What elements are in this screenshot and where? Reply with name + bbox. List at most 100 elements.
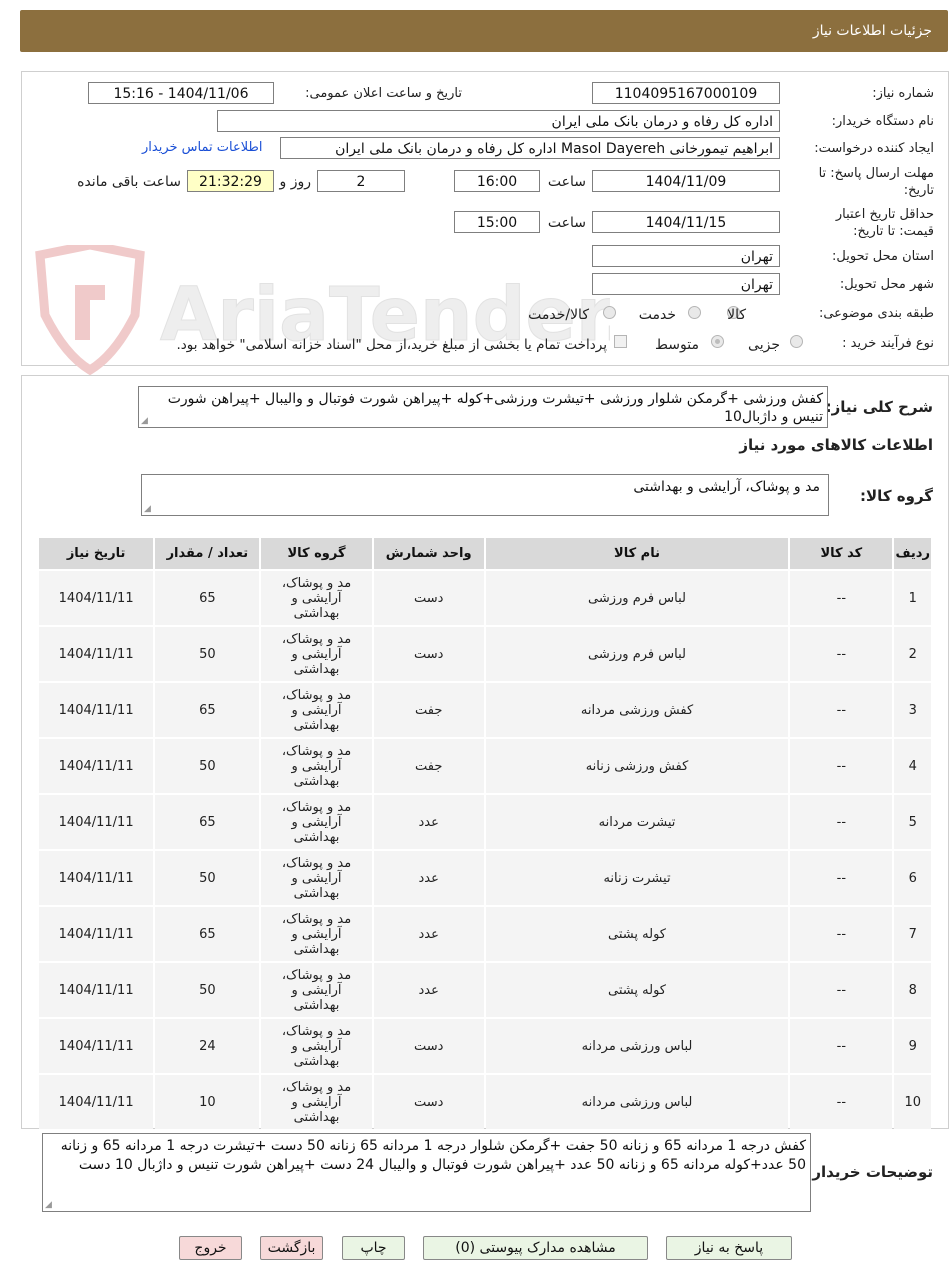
group-line: آرایشی و	[291, 1038, 342, 1054]
need-number-label: شماره نیاز:	[872, 86, 934, 101]
summary-label: شرح کلی نیاز:	[825, 398, 933, 416]
table-header-row: ردیف کد کالا نام کالا واحد شمارش گروه کا…	[39, 538, 931, 569]
days-label: روز و	[279, 174, 312, 190]
cell-quantity: 65	[155, 683, 260, 737]
group-line: بهداشتی	[293, 1053, 340, 1069]
cell-unit: دست	[373, 571, 484, 625]
group-line: آرایشی و	[291, 870, 342, 886]
cell-group: مد و پوشاک، آرایشی و بهداشتی	[261, 907, 372, 961]
group-line: آرایشی و	[291, 590, 342, 606]
group-line: مد و پوشاک،	[281, 799, 352, 815]
col-code: کد کالا	[790, 538, 893, 569]
category-label: طبقه بندی موضوعی:	[818, 306, 934, 321]
cell-need-date: 1404/11/11	[39, 963, 154, 1017]
cell-need-date: 1404/11/11	[39, 627, 154, 681]
treasury-payment-checkbox[interactable]	[614, 335, 627, 348]
process-radio-minor[interactable]	[790, 335, 803, 348]
group-line: مد و پوشاک،	[281, 743, 352, 759]
view-attachments-button[interactable]: مشاهده مدارک پیوستی (0)	[423, 1236, 648, 1260]
payment-note: پرداخت تمام یا بخشی از مبلغ خرید،از محل …	[176, 337, 607, 353]
deadline-date-field: 1404/11/09	[592, 170, 780, 192]
cell-quantity: 65	[155, 795, 260, 849]
back-button[interactable]: بازگشت	[260, 1236, 323, 1260]
summary-field: کفش ورزشی +گرمکن شلوار ورزشی +تیشرت ورزش…	[138, 386, 828, 428]
table-row: 4 -- کفش ورزشی زنانه جفت مد و پوشاک، آرایشی و…	[39, 739, 931, 793]
resize-grip-icon: ◢	[141, 416, 148, 426]
table-row: 9 -- لباس ورزشی مردانه دست مد و پوشاک، آرایشی…	[39, 1019, 931, 1073]
group-line: مد و پوشاک،	[281, 631, 352, 647]
group-line: مد و پوشاک،	[281, 855, 352, 871]
cell-item-code: --	[790, 963, 893, 1017]
validity-time-field: 15:00	[454, 211, 540, 233]
cell-item-name: لباس فرم ورزشی	[485, 627, 789, 681]
goods-group-text: مد و پوشاک، آرایشی و بهداشتی	[633, 479, 820, 495]
cell-unit: دست	[373, 1019, 484, 1073]
category-option-goods: کالا	[727, 307, 746, 323]
group-line: آرایشی و	[291, 646, 342, 662]
cell-item-code: --	[790, 627, 893, 681]
cell-item-code: --	[790, 683, 893, 737]
deadline-time-label: ساعت	[547, 174, 586, 190]
cell-need-date: 1404/11/11	[39, 739, 154, 793]
group-line: آرایشی و	[291, 758, 342, 774]
cell-group: مد و پوشاک، آرایشی و بهداشتی	[261, 571, 372, 625]
validity-date-field: 1404/11/15	[592, 211, 780, 233]
exit-button[interactable]: خروج	[179, 1236, 242, 1260]
table-row: 2 -- لباس فرم ورزشی دست مد و پوشاک، آرایشی وب…	[39, 627, 931, 681]
cell-quantity: 10	[155, 1075, 260, 1129]
col-unit: واحد شمارش	[373, 538, 484, 569]
requester-field: ابراهیم تیمورخانی Masol Dayereh اداره کل…	[280, 137, 780, 159]
category-radio-goods-service[interactable]	[603, 306, 616, 319]
cell-row-number: 3	[894, 683, 931, 737]
cell-item-code: --	[790, 739, 893, 793]
cell-unit: عدد	[373, 963, 484, 1017]
cell-item-name: کوله پشتی	[485, 963, 789, 1017]
cell-unit: عدد	[373, 907, 484, 961]
group-line: آرایشی و	[291, 926, 342, 942]
group-line: بهداشتی	[293, 661, 340, 677]
col-group: گروه کالا	[261, 538, 372, 569]
cell-item-code: --	[790, 795, 893, 849]
group-line: بهداشتی	[293, 941, 340, 957]
deadline-time-field: 16:00	[454, 170, 540, 192]
summary-text: کفش ورزشی +گرمکن شلوار ورزشی +تیشرت ورزش…	[167, 391, 823, 425]
page-title: جزئیات اطلاعات نیاز	[812, 23, 932, 39]
cell-row-number: 4	[894, 739, 931, 793]
province-label: استان محل تحویل:	[832, 249, 934, 264]
group-line: مد و پوشاک،	[281, 575, 352, 591]
cell-item-name: تیشرت زنانه	[485, 851, 789, 905]
items-table-wrap: ردیف کد کالا نام کالا واحد شمارش گروه کا…	[37, 536, 933, 1129]
buyer-contact-link[interactable]: اطلاعات تماس خریدار	[142, 140, 262, 155]
goods-group-label: گروه کالا:	[860, 487, 933, 505]
cell-quantity: 50	[155, 739, 260, 793]
cell-quantity: 50	[155, 851, 260, 905]
cell-need-date: 1404/11/11	[39, 683, 154, 737]
cell-row-number: 5	[894, 795, 931, 849]
col-date: تاریخ نیاز	[39, 538, 154, 569]
group-line: بهداشتی	[293, 717, 340, 733]
resize-grip-icon: ◢	[45, 1200, 52, 1210]
group-line: آرایشی و	[291, 702, 342, 718]
cell-quantity: 65	[155, 907, 260, 961]
table-row: 10 -- لباس ورزشی مردانه دست مد و پوشاک، آرایش…	[39, 1075, 931, 1129]
col-qty: تعداد / مقدار	[155, 538, 260, 569]
cell-group: مد و پوشاک، آرایشی و بهداشتی	[261, 1075, 372, 1129]
group-line: آرایشی و	[291, 1094, 342, 1110]
cell-need-date: 1404/11/11	[39, 1019, 154, 1073]
cell-group: مد و پوشاک، آرایشی و بهداشتی	[261, 795, 372, 849]
group-line: مد و پوشاک،	[281, 1079, 352, 1095]
cell-group: مد و پوشاک، آرایشی و بهداشتی	[261, 683, 372, 737]
cell-group: مد و پوشاک، آرایشی و بهداشتی	[261, 1019, 372, 1073]
reply-button[interactable]: پاسخ به نیاز	[666, 1236, 792, 1260]
cell-group: مد و پوشاک، آرایشی و بهداشتی	[261, 851, 372, 905]
validity-label: حداقل تاریخ اعتبار قیمت: تا تاریخ:	[835, 207, 934, 239]
table-row: 5 -- تیشرت مردانه عدد مد و پوشاک، آرایشی و بهد…	[39, 795, 931, 849]
group-line: مد و پوشاک،	[281, 911, 352, 927]
cell-group: مد و پوشاک، آرایشی و بهداشتی	[261, 739, 372, 793]
process-radio-medium[interactable]	[711, 335, 724, 348]
category-radio-service[interactable]	[688, 306, 701, 319]
col-row: ردیف	[894, 538, 931, 569]
print-button[interactable]: چاپ	[342, 1236, 405, 1260]
remaining-label: ساعت باقی مانده	[77, 174, 181, 190]
cell-quantity: 50	[155, 963, 260, 1017]
